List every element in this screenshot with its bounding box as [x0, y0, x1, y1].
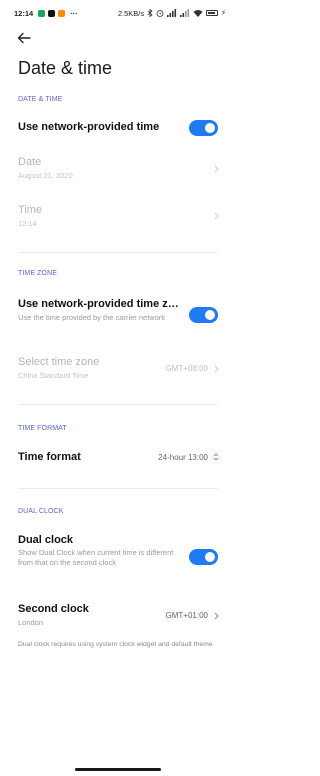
chevron-right-icon	[212, 611, 220, 621]
section-header-dual-clock: DUAL CLOCK	[18, 508, 64, 515]
divider	[18, 404, 218, 405]
row-title: Select time zone	[18, 356, 100, 368]
row-title: Use network-provided time	[18, 121, 160, 133]
row-value: 24-hour 13:00	[158, 453, 208, 462]
dual-clock-toggle[interactable]	[189, 549, 218, 565]
toggle-knob	[205, 310, 215, 320]
row-network-time[interactable]: Use network-provided time	[0, 112, 236, 144]
row-subtitle: China Standard Time	[18, 371, 89, 380]
bluetooth-icon	[147, 9, 153, 17]
row-value: GMT+01:00	[165, 611, 208, 620]
row-subtitle: 12:14	[18, 219, 37, 228]
row-second-clock[interactable]: Second clock London GMT+01:00	[0, 598, 236, 632]
chevron-up-down-icon	[212, 452, 220, 462]
row-subtitle: London	[18, 618, 44, 627]
chevron-right-icon	[212, 364, 220, 374]
app-notification-icon	[38, 9, 46, 17]
row-value: GMT+08:00	[165, 364, 208, 373]
wifi-icon	[193, 9, 203, 17]
chevron-right-icon	[212, 211, 220, 221]
network-time-toggle[interactable]	[189, 120, 218, 136]
section-header-time-format: TIME FORMAT	[18, 425, 67, 432]
row-title: Date	[18, 156, 42, 168]
row-dual-clock[interactable]: Dual clock Show Dual Clock when current …	[0, 528, 236, 584]
status-time: 12:14	[14, 8, 34, 18]
tiktok-notification-icon	[48, 9, 56, 17]
row-network-time-zone[interactable]: Use network-provided time z… Use the tim…	[0, 292, 236, 338]
row-title: Second clock	[18, 603, 89, 615]
row-subtitle: Show Dual Clock when current time is dif…	[18, 548, 174, 567]
section-header-date-time: DATE & TIME	[18, 96, 63, 103]
back-button[interactable]	[12, 28, 36, 48]
row-subtitle: Use the time provided by the carrier net…	[18, 313, 166, 322]
network-time-zone-toggle[interactable]	[189, 307, 218, 323]
row-time[interactable]: Time 12:14	[0, 200, 236, 234]
toggle-knob	[205, 552, 215, 562]
section-header-time-zone: TIME ZONE	[18, 270, 58, 277]
row-select-time-zone[interactable]: Select time zone China Standard Time GMT…	[0, 352, 236, 386]
app-notification-icon	[58, 9, 66, 17]
signal-icon	[167, 9, 177, 17]
chevron-right-icon	[212, 164, 220, 174]
status-bar: 12:14 ··· 2.5KB/s ⚡	[0, 0, 236, 26]
row-title: Time format	[18, 451, 81, 463]
page-title: Date & time	[18, 58, 113, 78]
row-title: Time	[18, 204, 43, 216]
signal-icon-2	[180, 9, 190, 17]
network-speed: 2.5KB/s	[117, 8, 145, 18]
row-title: Use network-provided time z…	[18, 298, 179, 310]
alarm-icon	[156, 9, 164, 17]
more-notifications-icon: ···	[70, 8, 78, 18]
home-indicator[interactable]	[75, 768, 161, 771]
divider	[18, 252, 218, 253]
divider	[18, 488, 218, 489]
row-date[interactable]: Date August 21, 2020	[0, 152, 236, 186]
footer-note: Dual clock requires using system clock w…	[18, 641, 213, 648]
row-title: Dual clock	[18, 534, 74, 546]
back-arrow-icon	[17, 32, 31, 44]
row-time-format[interactable]: Time format 24-hour 13:00	[0, 444, 236, 472]
charging-icon: ⚡	[221, 10, 226, 17]
toggle-knob	[205, 123, 215, 133]
row-subtitle: August 21, 2020	[18, 171, 73, 180]
battery-icon	[206, 10, 219, 16]
